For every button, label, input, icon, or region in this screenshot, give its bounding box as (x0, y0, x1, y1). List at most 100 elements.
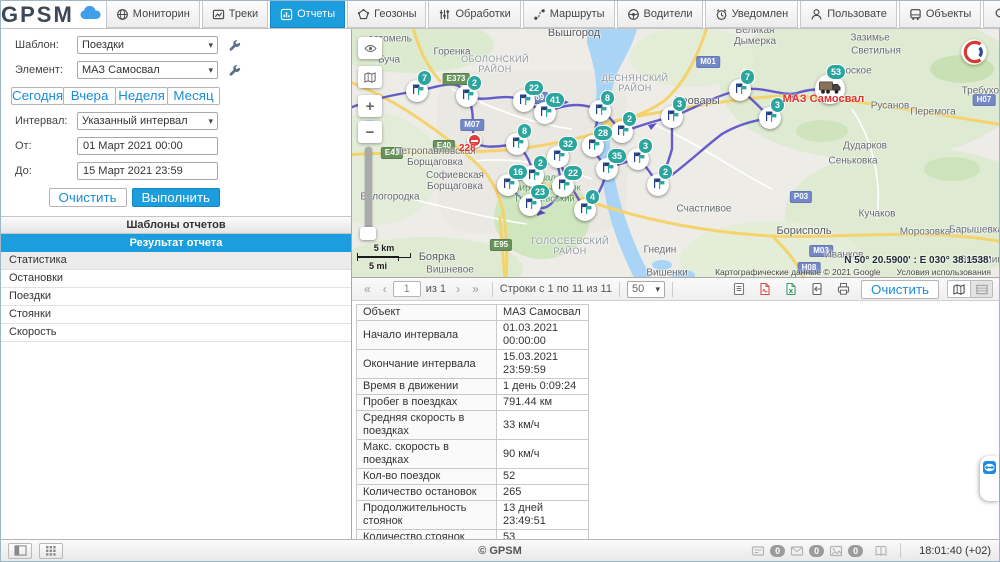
zoom-out-button[interactable]: − (358, 121, 382, 143)
table-row[interactable]: Объект МАЗ Самосвал (356, 304, 589, 321)
track-marker[interactable]: 3 (661, 96, 688, 128)
table-row[interactable]: Кол-во поездок 52 (356, 468, 589, 485)
table-row[interactable]: Макс. скорость в поездках 90 км/ч (356, 439, 589, 469)
table-view-button[interactable] (970, 281, 992, 297)
track-marker[interactable]: 16 (497, 164, 529, 196)
report-sections: Статистика Остановки Поездки Стоянки Скорост… (1, 252, 351, 342)
tab-processing[interactable]: Обработки (428, 1, 521, 28)
report-section-поездки[interactable]: Поездки (1, 288, 351, 306)
element-settings-icon[interactable] (228, 64, 241, 77)
tab-monitoring[interactable]: Мониторин (105, 1, 200, 28)
tab-drivers[interactable]: Водители (616, 1, 703, 28)
map-layers-button[interactable] (358, 66, 382, 88)
print-icon[interactable] (836, 282, 851, 296)
first-page-button[interactable]: « (358, 282, 377, 296)
track-marker[interactable]: 8 (589, 90, 616, 122)
report-section-стоянки[interactable]: Стоянки (1, 306, 351, 324)
marker-count-badge: 28 (593, 125, 614, 141)
interval-select[interactable]: Указанный интервал ▾ (77, 112, 218, 130)
tab-users[interactable]: Пользовате (800, 1, 897, 28)
track-marker[interactable]: 28 (582, 125, 614, 157)
tab-objects[interactable]: Объекты (898, 1, 982, 28)
track-marker[interactable]: 32 (547, 136, 579, 168)
run-report-button[interactable]: Выполнить (131, 188, 220, 207)
track-marker[interactable]: 2 (611, 111, 638, 143)
tracks-icon (212, 8, 225, 21)
table-row[interactable]: Продолжительность стоянок 13 дней 23:49:5… (356, 500, 589, 530)
excel-export-icon[interactable] (784, 282, 798, 296)
table-row[interactable]: Время в движении 1 день 0:09:24 (356, 378, 589, 395)
track-marker[interactable]: 3 (759, 97, 786, 129)
track-marker[interactable]: 7 (406, 70, 433, 102)
stat-value: 90 км/ч (496, 439, 589, 469)
table-row[interactable]: Окончание интервала 15.03.2021 23:59:59 (356, 349, 589, 379)
track-marker[interactable]: 22 (552, 165, 584, 197)
place-label: Сеньковка (828, 155, 878, 167)
report-section-остановки[interactable]: Остановки (1, 270, 351, 288)
page-size-select[interactable]: 50 ▾ (626, 280, 665, 298)
tab-reports[interactable]: Отчеты (270, 1, 346, 28)
clear-button[interactable]: Очистить (48, 188, 127, 207)
tab-tracks[interactable]: Треки (201, 1, 269, 28)
track-marker[interactable]: 3 (627, 138, 654, 170)
grid-clear-button[interactable]: Очистить (860, 279, 939, 299)
zoom-slider-handle[interactable] (360, 227, 376, 240)
map-view-button[interactable] (948, 281, 970, 297)
map-visibility-button[interactable] (358, 37, 382, 59)
place-label: Вишневое (426, 264, 474, 276)
table-row[interactable]: Средняя скорость в поездках 33 км/ч (356, 410, 589, 440)
element-select[interactable]: МАЗ Самосвал ▾ (77, 61, 218, 79)
speed-violation-marker[interactable]: 228 (459, 133, 482, 154)
marker-count-badge: 41 (545, 92, 566, 108)
table-row[interactable]: Количество стоянок 53 (356, 529, 589, 539)
track-marker[interactable]: 41 (534, 92, 566, 124)
result-header[interactable]: Результат отчета (1, 234, 351, 252)
track-marker[interactable]: 35 (596, 148, 628, 180)
marker-count-badge: 8 (517, 123, 533, 139)
prev-page-button[interactable]: ‹ (377, 282, 393, 296)
road-badge: Р03 (789, 191, 813, 203)
report-section-статистика[interactable]: Статистика (1, 252, 351, 270)
track-marker[interactable]: 8 (506, 123, 533, 155)
zoom-in-button[interactable]: + (358, 95, 382, 117)
map-scale: 5 km 5 mi (357, 243, 411, 271)
table-row[interactable]: Начало интервала 01.03.2021 00:00:00 (356, 320, 589, 350)
track-marker[interactable]: 7 (729, 69, 756, 101)
tab-geofences[interactable]: Геозоны (347, 1, 427, 28)
search-button[interactable] (983, 1, 1000, 28)
tab-routes[interactable]: Маршруты (522, 1, 615, 28)
grid-columns-icon[interactable] (732, 282, 746, 296)
range-button-3[interactable]: Неделя (115, 87, 169, 105)
range-button-1[interactable]: Сегодня (11, 87, 65, 105)
range-button-4[interactable]: Месяц (167, 87, 220, 105)
last-page-button[interactable]: » (466, 282, 485, 296)
terms-link[interactable]: Условия использования (897, 267, 991, 277)
track-marker[interactable]: 23 (519, 184, 551, 216)
range-button-2[interactable]: Вчера (63, 87, 117, 105)
marker-count-badge: 3 (672, 96, 688, 112)
zoom-slider[interactable] (365, 147, 372, 239)
track-marker[interactable]: 2 (647, 164, 674, 196)
map-canvas[interactable]: Е40 Е40 Е373 Е95 М07 Р69 М01 М03 Н08 Р03 Н07 остоме… (352, 29, 999, 278)
page-input[interactable] (392, 281, 421, 297)
vehicle-marker[interactable]: 53 МАЗ Самосвал (783, 64, 864, 105)
to-date-input[interactable] (77, 162, 218, 180)
report-section-скорость[interactable]: Скорость (1, 324, 351, 342)
track-marker[interactable]: 22 (513, 80, 545, 112)
report-icon (280, 8, 293, 21)
templates-header[interactable]: Шаблоны отчетов (1, 216, 351, 234)
table-row[interactable]: Количество остановок 265 (356, 484, 589, 501)
tab-notifications[interactable]: Уведомлен (704, 1, 799, 28)
next-page-button[interactable]: › (450, 282, 466, 296)
from-date-input[interactable] (77, 137, 218, 155)
template-settings-icon[interactable] (228, 39, 241, 52)
template-select[interactable]: Поездки ▾ (77, 36, 218, 54)
tab-label: Обработки (455, 8, 511, 20)
remote-support-tab[interactable] (980, 456, 999, 501)
file-export-icon[interactable] (810, 282, 824, 296)
table-row[interactable]: Пробег в поездках 791.44 км (356, 394, 589, 411)
compass-logo-icon[interactable] (961, 39, 987, 65)
track-marker[interactable]: 4 (574, 189, 601, 221)
pdf-export-icon[interactable] (758, 282, 772, 296)
track-marker[interactable]: 2 (456, 75, 483, 107)
